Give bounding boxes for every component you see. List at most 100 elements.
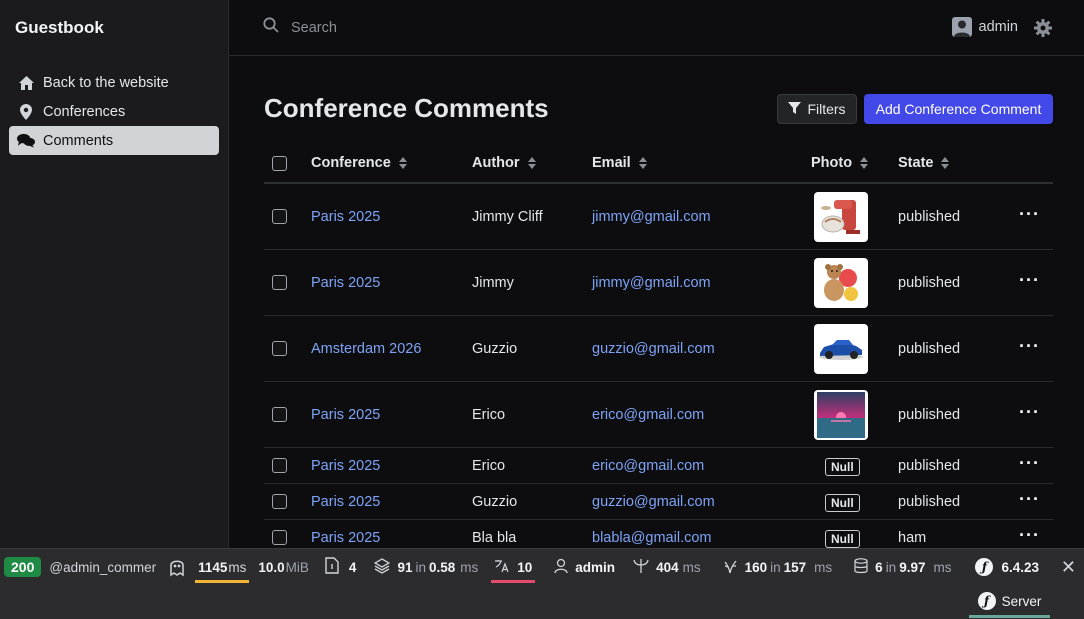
email-link[interactable]: guzzio@gmail.com xyxy=(592,341,715,357)
brand-title[interactable]: Guestbook xyxy=(15,18,104,38)
author-cell: Jimmy xyxy=(472,275,514,291)
comments-icon xyxy=(17,132,35,150)
column-header-conference[interactable]: Conference xyxy=(311,155,407,171)
row-actions-icon[interactable]: ··· xyxy=(1019,402,1040,423)
author-cell: Jimmy Cliff xyxy=(472,209,543,225)
security-panel[interactable]: admin xyxy=(554,549,615,585)
conference-link[interactable]: Paris 2025 xyxy=(311,494,380,510)
email-link[interactable]: erico@gmail.com xyxy=(592,458,704,474)
sidebar-item-conferences[interactable]: Conferences xyxy=(9,97,219,126)
twig-panel[interactable]: 160 in 157 ms xyxy=(723,549,832,585)
row-actions-icon[interactable]: ··· xyxy=(1019,525,1040,546)
twig-time: 157 xyxy=(783,559,807,575)
row-checkbox[interactable] xyxy=(272,494,287,509)
null-badge: Null xyxy=(825,530,860,548)
conference-link[interactable]: Paris 2025 xyxy=(311,209,380,225)
translation-panel[interactable]: 10 xyxy=(491,549,536,585)
state-cell: published xyxy=(898,494,961,510)
author-cell: Guzzio xyxy=(472,341,518,357)
column-label: Email xyxy=(592,155,631,171)
sidebar-nav: Back to the website Conferences Comments xyxy=(9,68,219,155)
sidebar-item-back-to-website[interactable]: Back to the website xyxy=(9,68,219,97)
row-actions-icon[interactable]: ··· xyxy=(1019,270,1040,291)
database-panel[interactable]: 6 in 9.97 ms xyxy=(854,549,951,585)
sidebar-item-comments[interactable]: Comments xyxy=(9,126,219,155)
page-title: Conference Comments xyxy=(264,93,549,123)
table-row: Amsterdam 2026 Guzzio guzzio@gmail.com p… xyxy=(264,316,1053,382)
translation-underline xyxy=(491,580,536,583)
row-checkbox[interactable] xyxy=(272,458,287,473)
map-pin-icon xyxy=(17,103,35,121)
status-badge[interactable]: 200 xyxy=(4,557,42,577)
column-header-state[interactable]: State xyxy=(898,155,950,171)
filters-button[interactable]: Filters xyxy=(777,94,857,124)
column-header-email[interactable]: Email xyxy=(592,155,647,171)
column-label: Conference xyxy=(311,155,391,171)
null-badge: Null xyxy=(825,494,860,512)
sidebar-item-label: Conferences xyxy=(43,103,126,120)
column-header-photo[interactable]: Photo xyxy=(811,155,869,171)
filters-label: Filters xyxy=(807,101,846,117)
row-checkbox[interactable] xyxy=(272,275,287,290)
translation-count: 10 xyxy=(517,559,533,575)
memory-value: 10.0 xyxy=(258,559,285,575)
user-icon xyxy=(554,558,568,577)
state-cell: published xyxy=(898,275,961,291)
sunset-image[interactable] xyxy=(814,390,868,440)
author-cell: Guzzio xyxy=(472,494,518,510)
db-time: 9.97 xyxy=(899,559,926,575)
select-all-checkbox[interactable] xyxy=(272,156,287,171)
memory-usage[interactable]: 10.0 MiB xyxy=(258,549,309,585)
row-actions-icon[interactable]: ··· xyxy=(1019,336,1040,357)
state-cell: published xyxy=(898,341,961,357)
add-conference-comment-button[interactable]: Add Conference Comment xyxy=(864,94,1053,124)
row-actions-icon[interactable]: ··· xyxy=(1019,489,1040,510)
row-checkbox[interactable] xyxy=(272,530,287,545)
sidebar: Guestbook Back to the website Conference… xyxy=(0,0,229,548)
server-panel[interactable]: ƒ Server xyxy=(969,587,1050,618)
state-cell: published xyxy=(898,407,961,423)
email-link[interactable]: blabla@gmail.com xyxy=(592,530,712,546)
email-link[interactable]: jimmy@gmail.com xyxy=(592,275,711,291)
ghost-icon[interactable] xyxy=(168,549,186,585)
row-checkbox[interactable] xyxy=(272,341,287,356)
row-actions-icon[interactable]: ··· xyxy=(1019,204,1040,225)
time-value: 1145 xyxy=(198,559,228,575)
sidebar-item-label: Comments xyxy=(43,132,114,149)
db-queries: 6 xyxy=(875,559,883,575)
teddy-bear-image[interactable] xyxy=(814,258,868,308)
email-link[interactable]: erico@gmail.com xyxy=(592,407,704,423)
email-link[interactable]: jimmy@gmail.com xyxy=(592,209,711,225)
conference-link[interactable]: Paris 2025 xyxy=(311,530,380,546)
row-checkbox[interactable] xyxy=(272,407,287,422)
table-row: Paris 2025 Erico erico@gmail.com Null pu… xyxy=(264,448,1053,484)
user-menu[interactable]: admin xyxy=(951,17,1018,37)
debug-toolbar: 200 @admin_commer 1145 ms 10.0 MiB 4 91 … xyxy=(0,548,1084,619)
route-name[interactable]: @admin_commer xyxy=(49,549,156,585)
gear-icon[interactable] xyxy=(1034,19,1052,42)
mixer-image[interactable] xyxy=(814,192,868,242)
twig-value: 160 xyxy=(744,559,768,575)
forms-panel[interactable]: 4 xyxy=(325,549,356,585)
symfony-version-panel[interactable]: ƒ 6.4.23 xyxy=(975,549,1039,585)
blue-car-image[interactable] xyxy=(814,324,868,374)
conference-link[interactable]: Paris 2025 xyxy=(311,407,380,423)
server-label: Server xyxy=(1001,593,1042,609)
author-cell: Bla bla xyxy=(472,530,517,546)
db-unit: ms xyxy=(933,559,952,575)
conference-link[interactable]: Paris 2025 xyxy=(311,275,380,291)
column-header-author[interactable]: Author xyxy=(472,155,536,171)
email-link[interactable]: guzzio@gmail.com xyxy=(592,494,715,510)
security-user: admin xyxy=(575,559,616,575)
request-time[interactable]: 1145 ms xyxy=(195,549,250,585)
symfony-version: 6.4.23 xyxy=(1001,559,1040,575)
conference-link[interactable]: Paris 2025 xyxy=(311,458,380,474)
row-checkbox[interactable] xyxy=(272,209,287,224)
row-actions-icon[interactable]: ··· xyxy=(1019,453,1040,474)
twig-icon xyxy=(723,558,738,577)
conference-link[interactable]: Amsterdam 2026 xyxy=(311,341,421,357)
http-client-panel[interactable]: 404 ms xyxy=(633,549,701,585)
search-input[interactable] xyxy=(291,19,591,36)
cache-panel[interactable]: 91 in 0.58 ms xyxy=(374,549,478,585)
close-icon[interactable]: ✕ xyxy=(1061,557,1076,578)
